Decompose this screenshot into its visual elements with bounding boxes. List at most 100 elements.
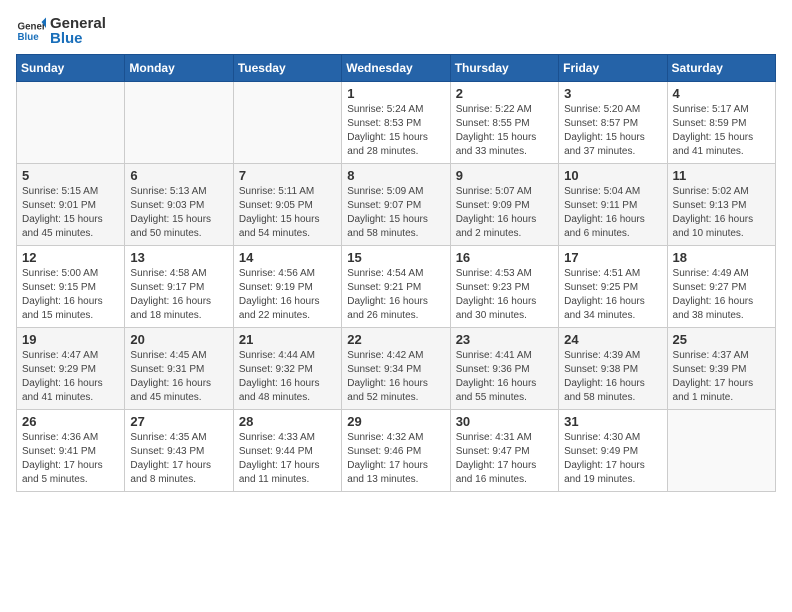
- day-number: 5: [22, 168, 119, 183]
- day-number: 25: [673, 332, 770, 347]
- day-info: Sunrise: 5:24 AM Sunset: 8:53 PM Dayligh…: [347, 103, 444, 159]
- day-info: Sunrise: 4:56 AM Sunset: 9:19 PM Dayligh…: [239, 267, 336, 323]
- day-info: Sunrise: 5:09 AM Sunset: 9:07 PM Dayligh…: [347, 185, 444, 241]
- day-info: Sunrise: 4:35 AM Sunset: 9:43 PM Dayligh…: [130, 431, 227, 487]
- calendar-cell: 28Sunrise: 4:33 AM Sunset: 9:44 PM Dayli…: [233, 410, 341, 492]
- day-number: 30: [456, 414, 553, 429]
- day-number: 11: [673, 168, 770, 183]
- calendar-cell: 18Sunrise: 4:49 AM Sunset: 9:27 PM Dayli…: [667, 246, 775, 328]
- day-info: Sunrise: 5:22 AM Sunset: 8:55 PM Dayligh…: [456, 103, 553, 159]
- calendar-cell: 31 Sunrise: 4:30 AM Sunset: 9:49 PM Dayli…: [559, 410, 667, 492]
- day-number: 22: [347, 332, 444, 347]
- day-info: Sunrise: 4:31 AM Sunset: 9:47 PM Dayligh…: [456, 431, 553, 487]
- day-number: 18: [673, 250, 770, 265]
- calendar-cell: 24 Sunrise: 4:39 AM Sunset: 9:38 PM Dayli…: [559, 328, 667, 410]
- calendar-cell: 23 Sunrise: 4:41 AM Sunset: 9:36 PM Dayli…: [450, 328, 558, 410]
- day-number: 20: [130, 332, 227, 347]
- day-number: 16: [456, 250, 553, 265]
- day-info: Sunrise: 5:20 AM Sunset: 8:57 PM Dayligh…: [564, 103, 661, 159]
- general-blue-icon: General Blue: [16, 16, 46, 46]
- day-info: Sunrise: 5:15 AM Sunset: 9:01 PM Dayligh…: [22, 185, 119, 241]
- calendar-cell: [125, 82, 233, 164]
- day-number: 28: [239, 414, 336, 429]
- weekday-header-sunday: Sunday: [17, 55, 125, 82]
- header-area: General Blue General Blue: [16, 16, 776, 46]
- calendar-cell: 1Sunrise: 5:24 AM Sunset: 8:53 PM Daylig…: [342, 82, 450, 164]
- day-info: Sunrise: 4:30 AM Sunset: 9:49 PM Dayligh…: [564, 431, 661, 487]
- day-info: Sunrise: 4:36 AM Sunset: 9:41 PM Dayligh…: [22, 431, 119, 487]
- day-number: 2: [456, 86, 553, 101]
- calendar-week-row: 19 Sunrise: 4:47 AM Sunset: 9:29 PM Dayli…: [17, 328, 776, 410]
- calendar-cell: 5 Sunrise: 5:15 AM Sunset: 9:01 PM Daylig…: [17, 164, 125, 246]
- svg-text:General: General: [18, 22, 47, 33]
- calendar-table: SundayMondayTuesdayWednesdayThursdayFrid…: [16, 54, 776, 492]
- day-number: 7: [239, 168, 336, 183]
- day-info: Sunrise: 4:42 AM Sunset: 9:34 PM Dayligh…: [347, 349, 444, 405]
- calendar-cell: 3 Sunrise: 5:20 AM Sunset: 8:57 PM Daylig…: [559, 82, 667, 164]
- day-info: Sunrise: 4:41 AM Sunset: 9:36 PM Dayligh…: [456, 349, 553, 405]
- day-info: Sunrise: 5:13 AM Sunset: 9:03 PM Dayligh…: [130, 185, 227, 241]
- calendar-cell: 26 Sunrise: 4:36 AM Sunset: 9:41 PM Dayli…: [17, 410, 125, 492]
- day-info: Sunrise: 5:11 AM Sunset: 9:05 PM Dayligh…: [239, 185, 336, 241]
- calendar-cell: 16 Sunrise: 4:53 AM Sunset: 9:23 PM Dayli…: [450, 246, 558, 328]
- calendar-cell: 19 Sunrise: 4:47 AM Sunset: 9:29 PM Dayli…: [17, 328, 125, 410]
- calendar-cell: 12 Sunrise: 5:00 AM Sunset: 9:15 PM Dayli…: [17, 246, 125, 328]
- day-number: 15: [347, 250, 444, 265]
- logo: General Blue General Blue: [16, 16, 106, 46]
- day-info: Sunrise: 5:00 AM Sunset: 9:15 PM Dayligh…: [22, 267, 119, 323]
- calendar-week-row: 26 Sunrise: 4:36 AM Sunset: 9:41 PM Dayli…: [17, 410, 776, 492]
- day-info: Sunrise: 4:45 AM Sunset: 9:31 PM Dayligh…: [130, 349, 227, 405]
- weekday-header-tuesday: Tuesday: [233, 55, 341, 82]
- day-info: Sunrise: 4:53 AM Sunset: 9:23 PM Dayligh…: [456, 267, 553, 323]
- day-info: Sunrise: 5:02 AM Sunset: 9:13 PM Dayligh…: [673, 185, 770, 241]
- calendar-cell: 30 Sunrise: 4:31 AM Sunset: 9:47 PM Dayli…: [450, 410, 558, 492]
- day-number: 13: [130, 250, 227, 265]
- day-number: 21: [239, 332, 336, 347]
- calendar-cell: 29 Sunrise: 4:32 AM Sunset: 9:46 PM Dayli…: [342, 410, 450, 492]
- day-info: Sunrise: 5:17 AM Sunset: 8:59 PM Dayligh…: [673, 103, 770, 159]
- calendar-cell: [667, 410, 775, 492]
- day-number: 12: [22, 250, 119, 265]
- day-info: Sunrise: 4:32 AM Sunset: 9:46 PM Dayligh…: [347, 431, 444, 487]
- calendar-cell: 22 Sunrise: 4:42 AM Sunset: 9:34 PM Dayli…: [342, 328, 450, 410]
- day-number: 17: [564, 250, 661, 265]
- calendar-cell: 17 Sunrise: 4:51 AM Sunset: 9:25 PM Dayli…: [559, 246, 667, 328]
- calendar-cell: 6 Sunrise: 5:13 AM Sunset: 9:03 PM Daylig…: [125, 164, 233, 246]
- weekday-header-wednesday: Wednesday: [342, 55, 450, 82]
- day-info: Sunrise: 5:04 AM Sunset: 9:11 PM Dayligh…: [564, 185, 661, 241]
- day-info: Sunrise: 4:47 AM Sunset: 9:29 PM Dayligh…: [22, 349, 119, 405]
- calendar-cell: 8 Sunrise: 5:09 AM Sunset: 9:07 PM Daylig…: [342, 164, 450, 246]
- day-number: 8: [347, 168, 444, 183]
- day-info: Sunrise: 4:54 AM Sunset: 9:21 PM Dayligh…: [347, 267, 444, 323]
- day-number: 9: [456, 168, 553, 183]
- calendar-cell: 14Sunrise: 4:56 AM Sunset: 9:19 PM Dayli…: [233, 246, 341, 328]
- weekday-header-row: SundayMondayTuesdayWednesdayThursdayFrid…: [17, 55, 776, 82]
- logo-blue: Blue: [50, 31, 106, 46]
- calendar-cell: [233, 82, 341, 164]
- day-number: 3: [564, 86, 661, 101]
- calendar-cell: 27Sunrise: 4:35 AM Sunset: 9:43 PM Dayli…: [125, 410, 233, 492]
- calendar-week-row: 5 Sunrise: 5:15 AM Sunset: 9:01 PM Daylig…: [17, 164, 776, 246]
- day-number: 24: [564, 332, 661, 347]
- day-number: 10: [564, 168, 661, 183]
- day-number: 19: [22, 332, 119, 347]
- day-number: 29: [347, 414, 444, 429]
- day-number: 4: [673, 86, 770, 101]
- calendar-cell: [17, 82, 125, 164]
- weekday-header-thursday: Thursday: [450, 55, 558, 82]
- day-info: Sunrise: 4:58 AM Sunset: 9:17 PM Dayligh…: [130, 267, 227, 323]
- svg-text:Blue: Blue: [18, 32, 40, 43]
- calendar-cell: 11 Sunrise: 5:02 AM Sunset: 9:13 PM Dayli…: [667, 164, 775, 246]
- day-number: 6: [130, 168, 227, 183]
- calendar-cell: 9Sunrise: 5:07 AM Sunset: 9:09 PM Daylig…: [450, 164, 558, 246]
- calendar-cell: 2 Sunrise: 5:22 AM Sunset: 8:55 PM Daylig…: [450, 82, 558, 164]
- day-info: Sunrise: 4:39 AM Sunset: 9:38 PM Dayligh…: [564, 349, 661, 405]
- day-info: Sunrise: 4:44 AM Sunset: 9:32 PM Dayligh…: [239, 349, 336, 405]
- day-number: 31: [564, 414, 661, 429]
- day-number: 23: [456, 332, 553, 347]
- calendar-cell: 13 Sunrise: 4:58 AM Sunset: 9:17 PM Dayli…: [125, 246, 233, 328]
- calendar-cell: 25Sunrise: 4:37 AM Sunset: 9:39 PM Dayli…: [667, 328, 775, 410]
- day-number: 26: [22, 414, 119, 429]
- day-info: Sunrise: 4:51 AM Sunset: 9:25 PM Dayligh…: [564, 267, 661, 323]
- logo-general: General: [50, 16, 106, 31]
